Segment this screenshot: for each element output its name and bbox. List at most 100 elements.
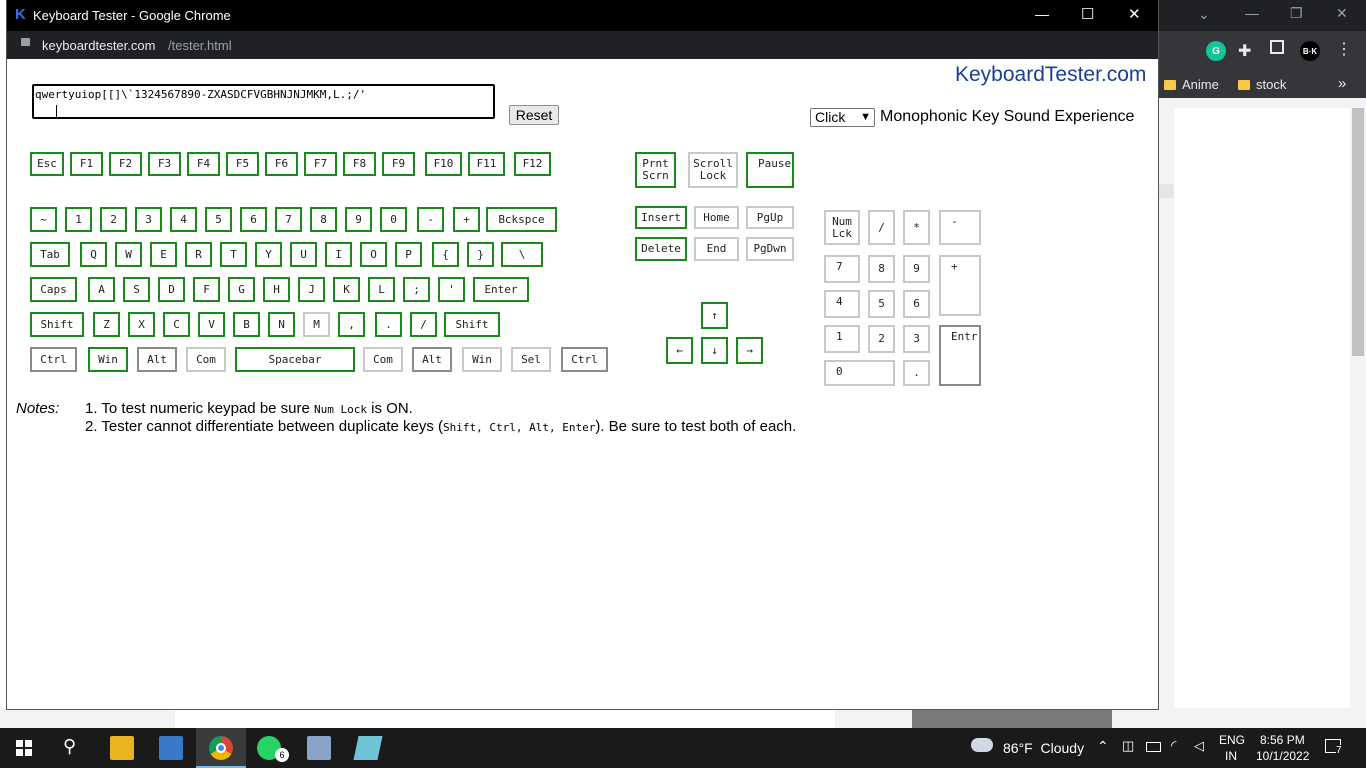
key-num-8[interactable]: 8 [310,207,337,232]
profile-avatar[interactable]: B·K [1300,41,1320,61]
key-bottom-9[interactable]: Ctrl [561,347,608,372]
key-a-6[interactable]: H [263,277,290,302]
battery-icon[interactable] [1146,742,1161,752]
key-np-2[interactable]: 2 [868,325,895,353]
key-scroll-lock[interactable]: Scroll Lock [688,152,738,188]
key-a-11[interactable]: ' [438,277,465,302]
key-a-0[interactable]: Caps [30,277,77,302]
key-num-7[interactable]: 7 [275,207,302,232]
clock-date[interactable]: 10/1/2022 [1256,749,1309,763]
maximize-button[interactable]: ☐ [1081,5,1094,23]
sidepanel-icon[interactable] [1270,40,1284,54]
key-q-8[interactable]: I [325,242,352,267]
key-q-2[interactable]: W [115,242,142,267]
key-f12[interactable]: F12 [514,152,551,176]
key-delete[interactable]: Delete [635,237,687,261]
more-bookmarks-icon[interactable]: » [1338,75,1346,92]
key-z-0[interactable]: Shift [30,312,84,337]
start-windows-icon[interactable] [16,740,32,756]
close-button[interactable]: ✕ [1128,5,1141,23]
minimize-icon[interactable]: — [1245,5,1259,21]
key-num-5[interactable]: 5 [205,207,232,232]
key-a-1[interactable]: A [88,277,115,302]
key-q-12[interactable]: } [467,242,494,267]
bookmark-anime[interactable]: Anime [1164,77,1219,92]
key-num-13[interactable]: Bckspce [486,207,557,232]
key-a-4[interactable]: F [193,277,220,302]
key-insert[interactable]: Insert [635,206,687,229]
key-q-11[interactable]: { [432,242,459,267]
key-q-7[interactable]: U [290,242,317,267]
key-bottom-6[interactable]: Alt [412,347,452,372]
clock-time[interactable]: 8:56 PM [1260,733,1305,747]
key-bottom-2[interactable]: Alt [137,347,177,372]
key-num-0[interactable]: ~ [30,207,57,232]
key-z-7[interactable]: M [303,312,330,337]
key-bottom-3[interactable]: Com [186,347,226,372]
key-q-13[interactable]: \ [501,242,543,267]
key-z-9[interactable]: . [375,312,402,337]
key-num-11[interactable]: - [417,207,444,232]
weather-text[interactable]: 86°F Cloudy [1003,740,1084,756]
key-esc[interactable]: Esc [30,152,64,176]
key-a-3[interactable]: D [158,277,185,302]
key-z-4[interactable]: V [198,312,225,337]
key-z-1[interactable]: Z [93,312,120,337]
chrome-taskbar-button[interactable] [196,728,246,768]
chevron-up-icon[interactable]: ⌃ [1097,738,1109,755]
key-np-7[interactable]: 7 [824,255,860,283]
key-q-3[interactable]: E [150,242,177,267]
key-np-multiply[interactable]: * [903,210,930,245]
key-f7[interactable]: F7 [304,152,337,176]
menu-kebab-icon[interactable]: ⋮ [1336,39,1352,59]
language-top[interactable]: ENG [1219,733,1245,747]
key-np-9[interactable]: 9 [903,255,930,283]
wifi-icon[interactable]: ◜ [1171,737,1176,754]
key-q-0[interactable]: Tab [30,242,70,267]
photos-icon[interactable] [307,736,331,760]
typed-text-area[interactable]: qwertyuiop[[]\`1324567890-ZXASDCFVGBHNJN… [32,84,495,119]
key-pause[interactable]: Pause [746,152,794,188]
key-f8[interactable]: F8 [343,152,376,176]
key-q-9[interactable]: O [360,242,387,267]
key-f3[interactable]: F3 [148,152,181,176]
key-end[interactable]: End [694,237,739,261]
background-scrollbar[interactable] [1352,108,1364,356]
key-f11[interactable]: F11 [468,152,505,176]
key-np-0[interactable]: 0 [824,360,895,386]
key-np-divide[interactable]: / [868,210,895,245]
search-icon[interactable]: ⚲ [63,736,76,757]
file-explorer-icon[interactable] [110,736,134,760]
key-num-3[interactable]: 3 [135,207,162,232]
key-np-enter[interactable]: Entr [939,325,981,386]
key-num-6[interactable]: 6 [240,207,267,232]
key-arrow-right[interactable]: → [736,337,763,364]
restore-icon[interactable]: ❐ [1290,5,1303,22]
key-z-2[interactable]: X [128,312,155,337]
reset-button[interactable]: Reset [509,105,559,125]
key-q-10[interactable]: P [395,242,422,267]
key-f9[interactable]: F9 [382,152,415,176]
key-np-4[interactable]: 4 [824,290,860,318]
bookmark-stock[interactable]: stock [1238,77,1286,92]
key-pgdn[interactable]: PgDwn [746,237,794,261]
key-f1[interactable]: F1 [70,152,103,176]
key-np-3[interactable]: 3 [903,325,930,353]
key-z-5[interactable]: B [233,312,260,337]
key-np-plus[interactable]: + [939,255,981,316]
key-a-12[interactable]: Enter [473,277,529,302]
key-f10[interactable]: F10 [425,152,462,176]
key-f2[interactable]: F2 [109,152,142,176]
key-bottom-4[interactable]: Spacebar [235,347,355,372]
key-num-12[interactable]: + [453,207,480,232]
minimize-button[interactable]: — [1035,6,1049,22]
sound-select[interactable]: Click ▼ [810,108,875,127]
key-bottom-5[interactable]: Com [363,347,403,372]
key-z-8[interactable]: , [338,312,365,337]
language-bottom[interactable]: IN [1225,749,1237,763]
key-bottom-1[interactable]: Win [88,347,128,372]
meet-icon[interactable]: ◫ [1122,738,1134,754]
key-np-8[interactable]: 8 [868,255,895,283]
key-q-6[interactable]: Y [255,242,282,267]
key-a-7[interactable]: J [298,277,325,302]
